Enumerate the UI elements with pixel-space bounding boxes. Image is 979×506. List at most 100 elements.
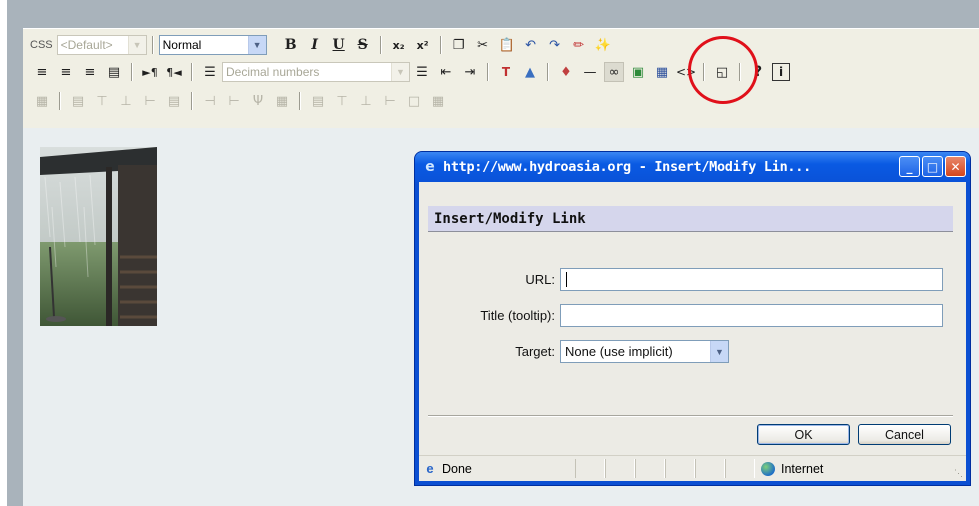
ordered-list-button[interactable]: ☰ bbox=[200, 62, 220, 82]
undo-button[interactable]: ↶ bbox=[521, 35, 541, 55]
url-label: URL: bbox=[525, 272, 555, 287]
insert-cell-before-button[interactable]: ⊤ bbox=[332, 91, 352, 111]
outdent-icon: ⇤ bbox=[440, 64, 452, 80]
close-button[interactable]: ✕ bbox=[945, 156, 966, 177]
delete-col-button[interactable]: Ψ bbox=[248, 91, 268, 111]
outdent-button[interactable]: ⇤ bbox=[436, 62, 456, 82]
list-style-value: Decimal numbers bbox=[226, 65, 320, 79]
target-select[interactable]: None (use implicit) ▼ bbox=[560, 340, 729, 363]
dialog-body: Insert/Modify Link URL: Title (tooltip):… bbox=[419, 182, 966, 481]
ltr-button[interactable]: ►¶ bbox=[140, 62, 160, 82]
ok-button[interactable]: OK bbox=[757, 424, 850, 445]
insert-row-after-button[interactable]: ⊥ bbox=[116, 91, 136, 111]
insert-row-before-button[interactable]: ⊤ bbox=[92, 91, 112, 111]
align-left-button[interactable]: ≡ bbox=[32, 62, 52, 82]
insert-row-before-icon: ⊤ bbox=[96, 93, 108, 109]
resize-grip-icon[interactable]: ⋱ bbox=[954, 468, 963, 479]
redo-button[interactable]: ↷ bbox=[545, 35, 565, 55]
delete-row-button[interactable]: ⊢ bbox=[140, 91, 160, 111]
cut-button[interactable]: ✂ bbox=[473, 35, 493, 55]
url-input[interactable] bbox=[560, 268, 943, 291]
merge-cells-button[interactable]: ▦ bbox=[428, 91, 448, 111]
italic-button[interactable]: I bbox=[305, 35, 325, 55]
title-input[interactable] bbox=[560, 304, 943, 327]
insert-col-after-icon: ⊢ bbox=[228, 93, 240, 109]
format-value: Normal bbox=[162, 38, 202, 52]
horizontal-rule-button[interactable]: — bbox=[580, 62, 600, 82]
delete-cell-button[interactable]: ⊢ bbox=[380, 91, 400, 111]
special-chars-button[interactable]: ♦ bbox=[556, 62, 576, 82]
background-color-button[interactable]: ▲ bbox=[520, 62, 540, 82]
maximize-button[interactable]: □ bbox=[922, 156, 943, 177]
insert-cell-after-button[interactable]: ⊥ bbox=[356, 91, 376, 111]
insert-table-button[interactable]: ▦ bbox=[652, 62, 672, 82]
insert-col-before-icon: ⊣ bbox=[204, 93, 216, 109]
table-properties-button[interactable]: ▦ bbox=[32, 91, 52, 111]
justify-button[interactable]: ▤ bbox=[104, 62, 124, 82]
list-style-select[interactable]: Decimal numbers ▼ bbox=[222, 62, 410, 82]
css-label: CSS bbox=[30, 39, 53, 51]
copy-icon: ❐ bbox=[452, 37, 465, 53]
insert-row-after-icon: ⊥ bbox=[120, 93, 132, 109]
align-left-icon: ≡ bbox=[36, 64, 48, 80]
dialog-titlebar[interactable]: e http://www.hydroasia.org - Insert/Modi… bbox=[415, 152, 970, 182]
indent-button[interactable]: ⇥ bbox=[460, 62, 480, 82]
css-class-select[interactable]: <Default> ▼ bbox=[56, 35, 147, 55]
delete-row-icon: ⊢ bbox=[144, 93, 156, 109]
globe-icon bbox=[761, 461, 775, 476]
split-row-button[interactable]: ▤ bbox=[164, 91, 184, 111]
scissors-icon: ✂ bbox=[477, 37, 489, 53]
target-label: Target: bbox=[515, 344, 555, 359]
justify-icon: ▤ bbox=[107, 64, 121, 80]
text-color-button[interactable]: T bbox=[496, 62, 516, 82]
insert-image-button[interactable]: ▣ bbox=[628, 62, 648, 82]
toolbar-separator bbox=[131, 63, 133, 81]
insert-link-button[interactable]: ∞ bbox=[604, 62, 624, 82]
cleanup-button[interactable]: ✨ bbox=[593, 35, 613, 55]
split-col-icon: ▦ bbox=[275, 93, 289, 109]
cell-properties-button[interactable]: ▤ bbox=[308, 91, 328, 111]
about-button[interactable]: i bbox=[772, 63, 790, 81]
chevron-down-icon: ▼ bbox=[247, 36, 266, 54]
strikethrough-button[interactable]: S bbox=[353, 35, 373, 55]
zone-text: Internet bbox=[781, 461, 824, 476]
maximize-icon: □ bbox=[926, 159, 939, 174]
insert-col-after-button[interactable]: ⊢ bbox=[224, 91, 244, 111]
split-col-button[interactable]: ▦ bbox=[272, 91, 292, 111]
status-segment bbox=[575, 459, 605, 478]
title-row: Title (tooltip): bbox=[419, 304, 943, 327]
underline-button[interactable]: U bbox=[329, 35, 349, 55]
toolbar-row-1: CSS <Default> ▼ Normal ▼ B I U S x₂ x² ❐… bbox=[30, 33, 615, 57]
insert-col-before-button[interactable]: ⊣ bbox=[200, 91, 220, 111]
rain-porch-photo[interactable] bbox=[40, 147, 157, 326]
toolbar-separator bbox=[151, 36, 154, 54]
format-select[interactable]: Normal ▼ bbox=[158, 35, 267, 55]
align-center-button[interactable]: ≡ bbox=[56, 62, 76, 82]
bold-button[interactable]: B bbox=[281, 35, 301, 55]
rtl-button[interactable]: ¶◄ bbox=[164, 62, 184, 82]
copy-button[interactable]: ❐ bbox=[449, 35, 469, 55]
align-right-button[interactable]: ≡ bbox=[80, 62, 100, 82]
subscript-button[interactable]: x₂ bbox=[389, 35, 409, 55]
row-properties-button[interactable]: ▤ bbox=[68, 91, 88, 111]
superscript-button[interactable]: x² bbox=[413, 35, 433, 55]
clipboard-icon: 📋 bbox=[498, 37, 515, 53]
unordered-list-button[interactable]: ☰ bbox=[412, 62, 432, 82]
toolbar-separator bbox=[299, 92, 301, 110]
minimize-button[interactable]: _ bbox=[899, 156, 920, 177]
bullet-list-icon: ☰ bbox=[416, 64, 428, 80]
status-segment bbox=[695, 459, 725, 478]
text-color-icon: T bbox=[501, 65, 511, 79]
minimize-icon: _ bbox=[906, 159, 913, 174]
close-icon: ✕ bbox=[950, 159, 961, 174]
toolbar-separator bbox=[379, 36, 382, 54]
split-cell-button[interactable]: □ bbox=[404, 91, 424, 111]
insert-link-dialog: e http://www.hydroasia.org - Insert/Modi… bbox=[414, 151, 971, 486]
toolbar-row-3: ▦ ▤ ⊤ ⊥ ⊢ ▤ ⊣ ⊢ Ψ ▦ ▤ ⊤ ⊥ ⊢ □ ▦ bbox=[30, 89, 450, 113]
cancel-button[interactable]: Cancel bbox=[858, 424, 951, 445]
merge-cells-icon: ▦ bbox=[431, 93, 445, 109]
image-icon: ▣ bbox=[631, 64, 645, 80]
paste-button[interactable]: 📋 bbox=[497, 35, 517, 55]
eraser-icon: ✏ bbox=[573, 37, 585, 53]
eraser-button[interactable]: ✏ bbox=[569, 35, 589, 55]
